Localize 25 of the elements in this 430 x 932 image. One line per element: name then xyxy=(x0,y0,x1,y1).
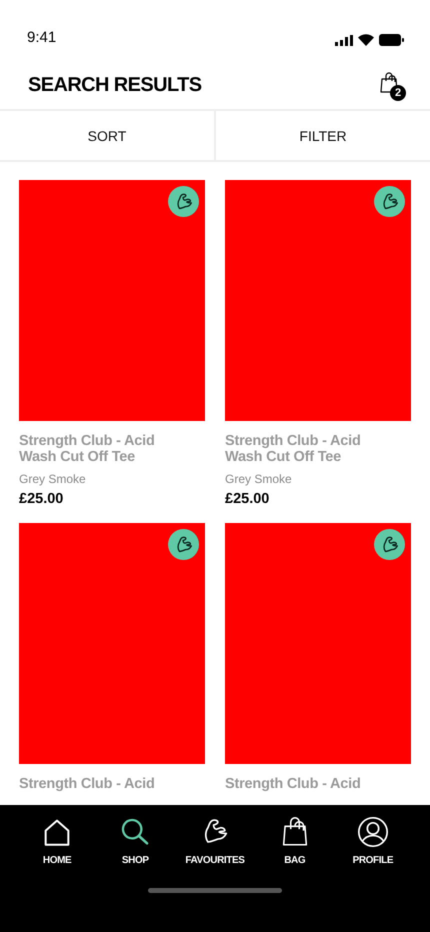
product-variant: Grey Smoke xyxy=(225,472,293,486)
tab-item[interactable]: BAG xyxy=(266,815,323,866)
tab-item[interactable]: FAVOURITES xyxy=(185,815,245,866)
product-price: £25.00 xyxy=(19,491,64,507)
product-title: Strength Club - Acid xyxy=(225,776,362,792)
tab-item[interactable]: PROFILE xyxy=(344,815,401,866)
wifi-icon xyxy=(358,34,374,46)
favourite-button[interactable] xyxy=(374,186,405,217)
product-price: £25.00 xyxy=(225,491,270,507)
bag-count-badge: 2 xyxy=(390,84,406,100)
signal-icon xyxy=(335,34,353,46)
bag-button[interactable]: 2 xyxy=(374,68,404,100)
tab-item[interactable]: SHOP xyxy=(107,815,164,866)
status-time: 9:41 xyxy=(27,29,56,46)
favourite-button[interactable] xyxy=(374,529,405,560)
product-title: Strength Club - Acid Wash Cut Off Tee xyxy=(19,433,156,465)
product-title: Strength Club - Acid Wash Cut Off Tee xyxy=(225,433,362,465)
favourite-button[interactable] xyxy=(168,529,199,560)
battery-icon xyxy=(379,34,404,46)
tab-item[interactable]: HOME xyxy=(29,815,86,866)
product-title: Strength Club - Acid xyxy=(19,776,156,792)
favourite-button[interactable] xyxy=(168,186,199,217)
product-variant: Grey Smoke xyxy=(19,472,87,486)
profile-icon xyxy=(356,815,390,849)
page-title: SEARCH RESULTS xyxy=(28,73,202,97)
